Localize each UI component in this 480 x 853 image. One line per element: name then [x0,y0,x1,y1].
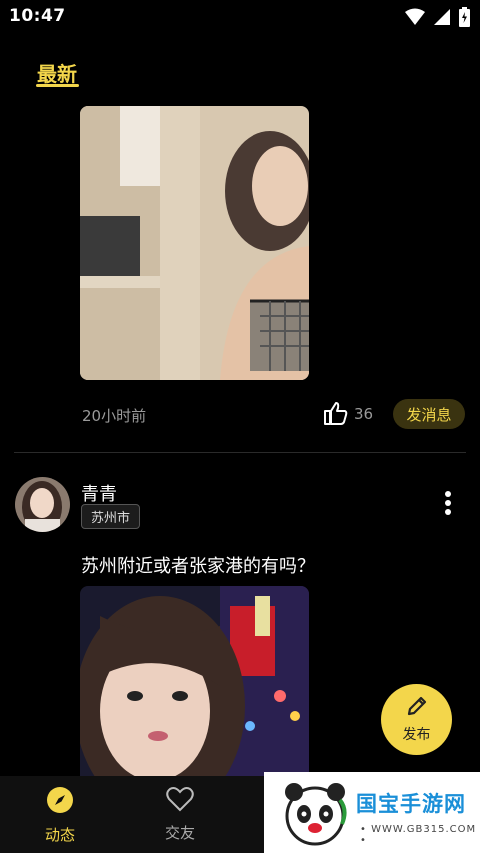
tab-indicator [36,84,79,87]
more-options-icon[interactable] [440,488,456,520]
wifi-icon [405,8,425,30]
status-time: 10:47 [9,6,66,26]
nav-label: 交友 [164,824,195,842]
panda-logo-icon [280,780,350,850]
city-badge: 苏州市 [81,504,141,529]
divider [14,452,466,453]
signal-icon [433,8,451,30]
watermark-name: 国宝手游网 [356,792,466,816]
nav-item-friends[interactable]: 交友 [135,786,225,843]
avatar[interactable] [15,477,70,532]
pencil-icon [406,695,428,721]
nav-item-feed[interactable]: 动态 [15,786,105,845]
post-time: 20小时前 [82,407,147,425]
publish-button[interactable]: 发布 [381,684,452,755]
send-message-button[interactable]: 发消息 [393,399,465,429]
status-bar: 10:47 [0,0,480,34]
watermark: 国宝手游网 • WWW.GB315.COM • [264,772,480,853]
username[interactable]: 青青 [81,480,117,506]
status-icons [405,7,470,31]
like-count: 36 [354,405,374,423]
like-icon[interactable] [323,401,349,429]
battery-icon [459,7,470,31]
watermark-url: • WWW.GB315.COM • [360,824,477,846]
heart-icon [166,786,194,816]
tab-latest[interactable]: 最新 [37,58,77,87]
publish-label: 发布 [402,727,431,743]
nav-label: 动态 [44,826,75,844]
post-text: 苏州附近或者张家港的有吗？ [81,556,315,577]
compass-icon [46,786,74,818]
post-photo[interactable] [80,106,309,380]
post-photo[interactable] [80,586,309,776]
